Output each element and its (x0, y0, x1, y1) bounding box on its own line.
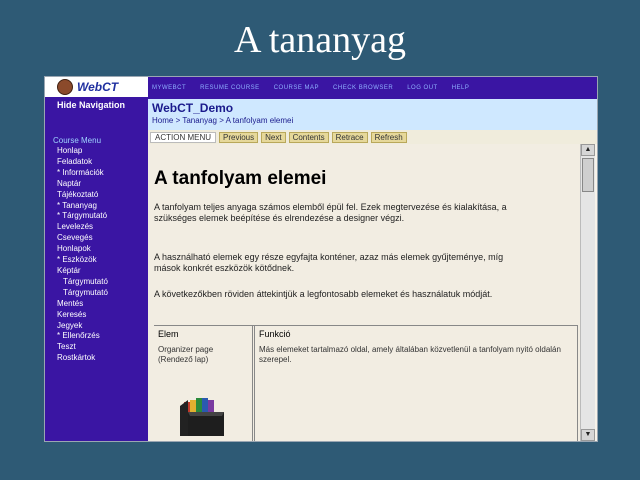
table-cell-elem: Organizer page (Rendező lap) (158, 345, 214, 364)
menu-item[interactable]: Teszt (57, 342, 148, 353)
webct-logo-icon (57, 79, 73, 95)
topnav-course-map[interactable]: COURSE MAP (274, 85, 319, 91)
menu-item[interactable]: Rostkártok (57, 353, 148, 364)
scroll-thumb[interactable] (582, 158, 594, 192)
scroll-down-arrow-icon[interactable]: ▼ (581, 429, 595, 441)
menu-item[interactable]: * Információk (57, 168, 148, 179)
menu-subitem[interactable]: Tárgymutató (57, 277, 148, 288)
table-column-elem: Elem Organizer page (Rendező lap) (154, 326, 253, 441)
table-column-function: Funkció Más elemeket tartalmazó oldal, a… (254, 326, 578, 441)
webct-logo[interactable]: WebCT (45, 77, 148, 97)
course-title: WebCT_Demo (152, 101, 234, 115)
menu-item[interactable]: Keresés (57, 310, 148, 321)
table-cell-function: Más elemeket tartalmazó oldal, amely ált… (259, 345, 561, 364)
topnav-resume-course[interactable]: RESUME COURSE (200, 85, 260, 91)
contents-button[interactable]: Contents (288, 131, 329, 143)
action-menu-label[interactable]: ACTION MENU (150, 131, 216, 143)
menu-subitem[interactable]: Tárgymutató (57, 288, 148, 299)
topnav-check-browser[interactable]: CHECK BROWSER (333, 85, 393, 91)
course-header: WebCT_Demo Home > Tananyag > A tanfolyam… (148, 99, 597, 130)
menu-item[interactable]: * Ellenőrzés (57, 331, 148, 342)
topnav-mywebct[interactable]: MYWEBCT (152, 85, 186, 91)
course-menu-title[interactable]: Course Menu (45, 110, 148, 146)
menu-item[interactable]: Csevegés (57, 233, 148, 244)
menu-item[interactable]: Levelezés (57, 222, 148, 233)
paragraph-intro: A tanfolyam teljes anyaga számos elemből… (154, 202, 507, 223)
topnav-log-out[interactable]: LOG OUT (407, 85, 438, 91)
refresh-button[interactable]: Refresh (370, 131, 407, 143)
paragraph-overview: A következőkben röviden áttekintjük a le… (154, 289, 493, 299)
content-area: A tanfolyam elemei A tanfolyam teljes an… (148, 144, 580, 441)
breadcrumb[interactable]: Home > Tananyag > A tanfolyam elemei (148, 115, 597, 125)
top-navigation: MYWEBCT RESUME COURSE COURSE MAP CHECK B… (148, 77, 597, 99)
menu-item[interactable]: * Tárgymutató (57, 211, 148, 222)
sidebar: WebCT Hide Navigation Course Menu Honlap… (45, 77, 148, 441)
organizer-folder-icon (180, 398, 224, 436)
menu-item[interactable]: Honlapok (57, 244, 148, 255)
paragraph-elements: A használható elemek egy része egyfajta … (154, 252, 504, 273)
menu-item[interactable]: Jegyek (57, 321, 148, 332)
scroll-up-arrow-icon[interactable]: ▲ (581, 144, 595, 156)
table-header-elem: Elem (158, 329, 179, 339)
menu-item[interactable]: * Tananyag (57, 201, 148, 212)
topnav-help[interactable]: HELP (452, 85, 470, 91)
menu-item[interactable]: Mentés (57, 299, 148, 310)
menu-item[interactable]: Naptár (57, 179, 148, 190)
table-header-function: Funkció (259, 329, 291, 339)
next-button[interactable]: Next (261, 131, 286, 143)
menu-item[interactable]: Képtár (57, 266, 148, 277)
previous-button[interactable]: Previous (219, 131, 259, 143)
retrace-button[interactable]: Retrace (331, 131, 368, 143)
browser-screen: WebCT Hide Navigation Course Menu Honlap… (44, 76, 598, 442)
hide-navigation-link[interactable]: Hide Navigation (45, 97, 148, 110)
menu-item[interactable]: * Eszközök (57, 255, 148, 266)
vertical-scrollbar[interactable]: ▲ ▼ (580, 144, 595, 441)
page-heading: A tanfolyam elemei (154, 168, 327, 189)
action-bar: ACTION MENU Previous Next Contents Retra… (148, 130, 597, 144)
menu-item[interactable]: Feladatok (57, 157, 148, 168)
elements-table: Elem Organizer page (Rendező lap) Funkci… (154, 325, 578, 441)
menu-item[interactable]: Tájékoztató (57, 190, 148, 201)
menu-item[interactable]: Honlap (57, 146, 148, 157)
course-menu-list: Honlap Feladatok * Információk Naptár Tá… (45, 146, 148, 364)
slide-title: A tananyag (233, 19, 406, 61)
logo-text: WebCT (77, 80, 119, 94)
